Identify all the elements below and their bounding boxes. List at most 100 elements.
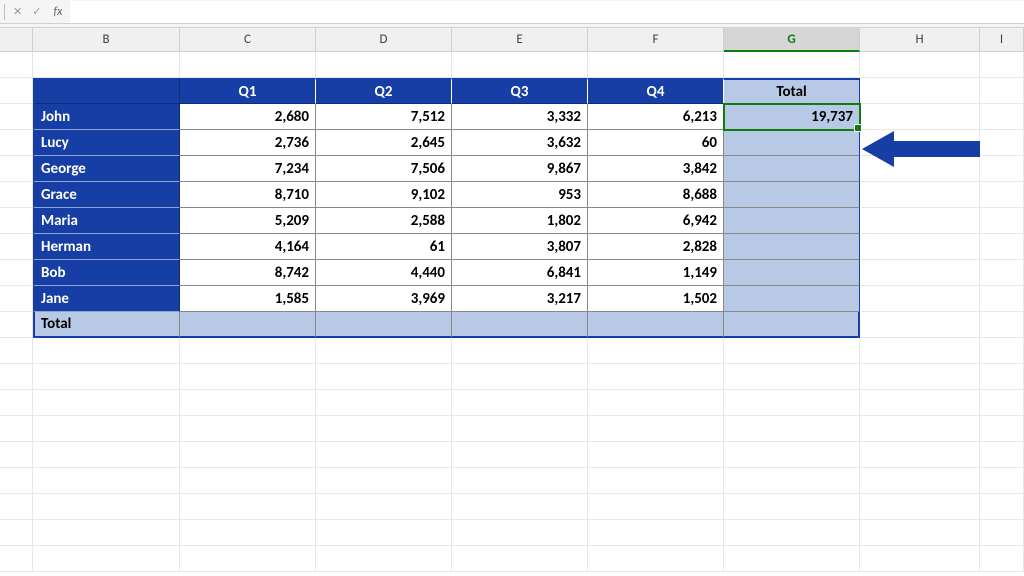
- data-cell[interactable]: 4,164: [180, 234, 316, 260]
- cell[interactable]: [316, 494, 452, 520]
- cell[interactable]: [180, 416, 316, 442]
- cell[interactable]: [316, 338, 452, 364]
- cell[interactable]: [724, 364, 860, 390]
- cell[interactable]: [588, 494, 724, 520]
- cell[interactable]: [980, 390, 1024, 416]
- cell[interactable]: [980, 104, 1024, 130]
- data-cell[interactable]: 9,867: [452, 156, 588, 182]
- cell[interactable]: [0, 208, 33, 234]
- cell[interactable]: [860, 78, 980, 104]
- cell[interactable]: [180, 52, 316, 78]
- cell[interactable]: [724, 390, 860, 416]
- row-name[interactable]: Maria: [33, 208, 180, 234]
- data-cell[interactable]: 3,807: [452, 234, 588, 260]
- header-q3[interactable]: Q3: [452, 78, 588, 104]
- cell[interactable]: [980, 208, 1024, 234]
- total-cell[interactable]: [724, 234, 860, 260]
- cell[interactable]: [452, 468, 588, 494]
- cell[interactable]: [980, 520, 1024, 546]
- cell[interactable]: [588, 416, 724, 442]
- cell[interactable]: [316, 364, 452, 390]
- cell[interactable]: [724, 468, 860, 494]
- cell[interactable]: [0, 52, 33, 78]
- cell[interactable]: [0, 260, 33, 286]
- cell[interactable]: [0, 234, 33, 260]
- total-cell[interactable]: [724, 130, 860, 156]
- cell[interactable]: [33, 442, 180, 468]
- cell[interactable]: [980, 338, 1024, 364]
- header-q4[interactable]: Q4: [588, 78, 724, 104]
- cell[interactable]: [0, 156, 33, 182]
- cell[interactable]: [980, 286, 1024, 312]
- cell[interactable]: [0, 546, 33, 572]
- cell[interactable]: [0, 494, 33, 520]
- data-cell[interactable]: 3,632: [452, 130, 588, 156]
- data-cell[interactable]: 2,736: [180, 130, 316, 156]
- spreadsheet-grid[interactable]: B C D E F G H I Q1 Q2 Q3 Q4 Tot: [0, 28, 1024, 572]
- cell[interactable]: [860, 494, 980, 520]
- cell[interactable]: [33, 338, 180, 364]
- cell[interactable]: [180, 442, 316, 468]
- cell[interactable]: [452, 364, 588, 390]
- cell[interactable]: [860, 182, 980, 208]
- cell[interactable]: [980, 234, 1024, 260]
- data-cell[interactable]: 8,710: [180, 182, 316, 208]
- data-cell[interactable]: 8,688: [588, 182, 724, 208]
- cell[interactable]: [0, 442, 33, 468]
- cell[interactable]: [860, 260, 980, 286]
- data-cell[interactable]: 7,234: [180, 156, 316, 182]
- data-cell[interactable]: 8,742: [180, 260, 316, 286]
- cell[interactable]: [33, 546, 180, 572]
- data-cell[interactable]: 2,645: [316, 130, 452, 156]
- total-cell[interactable]: [724, 260, 860, 286]
- cell[interactable]: [33, 416, 180, 442]
- cell[interactable]: [0, 468, 33, 494]
- cell[interactable]: [860, 416, 980, 442]
- data-cell[interactable]: 4,440: [316, 260, 452, 286]
- row-name[interactable]: Herman: [33, 234, 180, 260]
- cell[interactable]: [860, 104, 980, 130]
- fx-icon[interactable]: fx: [49, 5, 66, 19]
- cell[interactable]: [0, 338, 33, 364]
- data-cell[interactable]: 6,841: [452, 260, 588, 286]
- col-header-I[interactable]: I: [980, 28, 1024, 52]
- cancel-icon[interactable]: ✕: [11, 5, 24, 18]
- cell[interactable]: [316, 520, 452, 546]
- confirm-icon[interactable]: ✓: [30, 5, 43, 18]
- data-cell[interactable]: 60: [588, 130, 724, 156]
- cell[interactable]: [452, 52, 588, 78]
- cell[interactable]: [452, 442, 588, 468]
- cell[interactable]: [452, 338, 588, 364]
- data-cell[interactable]: 3,969: [316, 286, 452, 312]
- cell[interactable]: [452, 520, 588, 546]
- footer-label[interactable]: Total: [33, 312, 180, 338]
- col-header-F[interactable]: F: [588, 28, 724, 52]
- cell[interactable]: [180, 468, 316, 494]
- total-cell[interactable]: [724, 286, 860, 312]
- cell[interactable]: [33, 52, 180, 78]
- cell[interactable]: [0, 104, 33, 130]
- cell[interactable]: [860, 234, 980, 260]
- data-cell[interactable]: 6,942: [588, 208, 724, 234]
- cell[interactable]: [0, 520, 33, 546]
- cell[interactable]: [0, 390, 33, 416]
- cell[interactable]: [588, 546, 724, 572]
- total-cell[interactable]: [724, 156, 860, 182]
- cell[interactable]: [0, 78, 33, 104]
- cell[interactable]: [33, 468, 180, 494]
- cell[interactable]: [316, 442, 452, 468]
- cell[interactable]: [724, 520, 860, 546]
- cell[interactable]: [860, 312, 980, 338]
- data-cell[interactable]: 2,828: [588, 234, 724, 260]
- cell[interactable]: [588, 364, 724, 390]
- cell[interactable]: [980, 52, 1024, 78]
- cell[interactable]: [724, 338, 860, 364]
- cell[interactable]: [860, 52, 980, 78]
- cell[interactable]: [33, 390, 180, 416]
- cell[interactable]: [33, 520, 180, 546]
- cell[interactable]: [588, 442, 724, 468]
- col-header-H[interactable]: H: [860, 28, 980, 52]
- total-cell[interactable]: [724, 182, 860, 208]
- data-cell[interactable]: 7,506: [316, 156, 452, 182]
- row-name[interactable]: Jane: [33, 286, 180, 312]
